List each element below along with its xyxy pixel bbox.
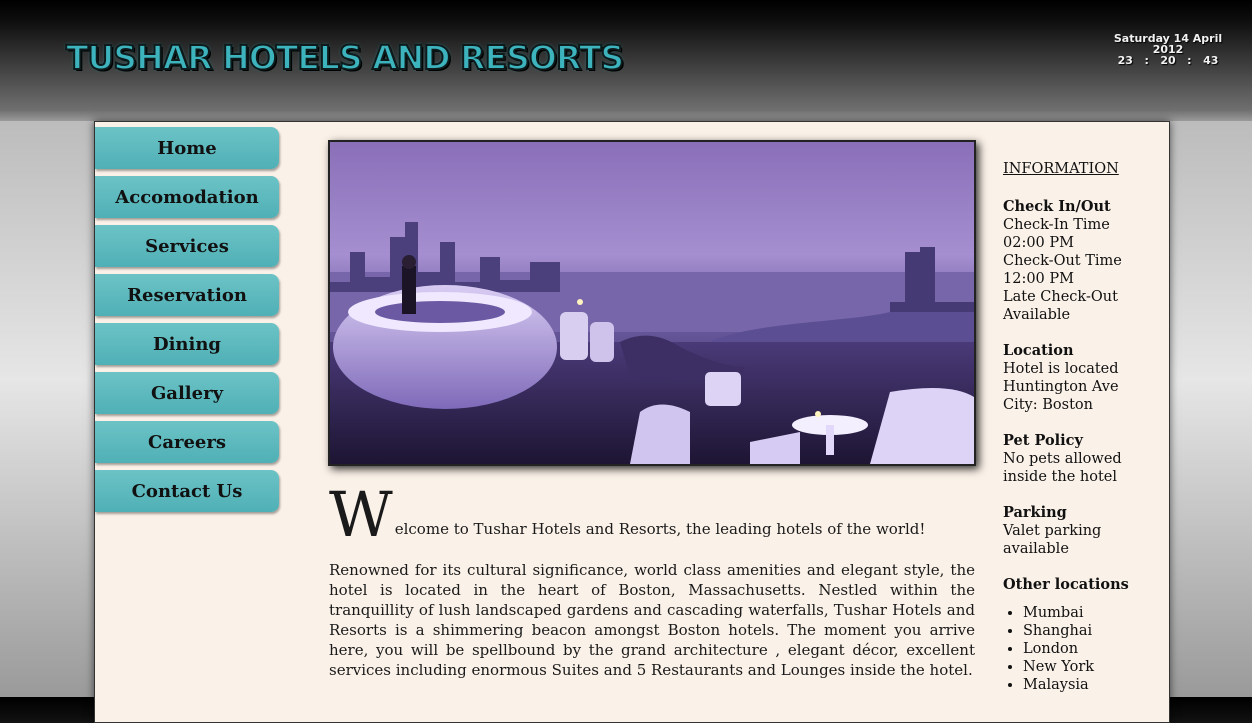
intro-paragraph: Renowned for its cultural significance, …: [329, 561, 975, 679]
info-heading: INFORMATION: [1003, 161, 1119, 177]
nav-item-reservation[interactable]: Reservation: [95, 274, 279, 316]
checkin-line: Late Check-Out: [1003, 289, 1118, 305]
parking-title: Parking: [1003, 504, 1067, 521]
clock-sep-2: :: [1187, 54, 1192, 67]
info-sidebar: INFORMATION Check In/Out Check-In Time 0…: [1003, 160, 1163, 712]
location-line: City: Boston: [1003, 397, 1093, 413]
nav-item-accomodation[interactable]: Accomodation: [95, 176, 279, 218]
nav-item-contact-us[interactable]: Contact Us: [95, 470, 279, 512]
checkin-title: Check In/Out: [1003, 198, 1111, 215]
location-line: Hotel is located: [1003, 361, 1119, 377]
welcome-dropcap: W: [329, 478, 393, 551]
checkin-line: 02:00 PM: [1003, 235, 1074, 251]
list-item: New York: [1023, 658, 1163, 676]
page-container: Home Accomodation Services Reservation D…: [94, 121, 1170, 723]
other-locations-section: Other locations Mumbai Shanghai London N…: [1003, 576, 1163, 694]
nav-item-careers[interactable]: Careers: [95, 421, 279, 463]
checkin-line: Available: [1003, 307, 1071, 323]
clock-minutes: 20: [1160, 54, 1176, 67]
checkin-line: 12:00 PM: [1003, 271, 1074, 287]
checkin-line: Check-In Time: [1003, 217, 1110, 233]
site-logo[interactable]: TUSHAR HOTELS AND RESORTS: [65, 37, 625, 78]
welcome-text: elcome to Tushar Hotels and Resorts, the…: [394, 520, 926, 538]
clock-time: 23 : 20 : 43: [1098, 55, 1238, 66]
pet-policy-text: No pets allowed inside the hotel: [1003, 451, 1122, 485]
location-section: Location Hotel is located Huntington Ave…: [1003, 342, 1163, 414]
parking-section: Parking Valet parking available: [1003, 504, 1163, 558]
other-locations-list: Mumbai Shanghai London New York Malaysia: [1003, 604, 1163, 694]
checkin-line: Check-Out Time: [1003, 253, 1122, 269]
nav-item-home[interactable]: Home: [95, 127, 279, 169]
header: TUSHAR HOTELS AND RESORTS Saturday 14 Ap…: [0, 0, 1252, 121]
checkin-section: Check In/Out Check-In Time 02:00 PM Chec…: [1003, 198, 1163, 324]
rooftop-lounge-illustration: [330, 142, 974, 464]
list-item: Mumbai: [1023, 604, 1163, 622]
hero-image: [328, 140, 976, 466]
clock-hours: 23: [1117, 54, 1133, 67]
pet-policy-section: Pet Policy No pets allowed inside the ho…: [1003, 432, 1163, 486]
clock-date: Saturday 14 April 2012: [1113, 32, 1223, 56]
nav-item-dining[interactable]: Dining: [95, 323, 279, 365]
list-item: Malaysia: [1023, 676, 1163, 694]
clock-widget: Saturday 14 April 2012 23 : 20 : 43: [1098, 33, 1238, 66]
sidebar-nav: Home Accomodation Services Reservation D…: [95, 127, 281, 519]
nav-item-gallery[interactable]: Gallery: [95, 372, 279, 414]
location-title: Location: [1003, 342, 1074, 359]
other-locations-title: Other locations: [1003, 576, 1129, 593]
welcome-heading: W elcome to Tushar Hotels and Resorts, t…: [329, 478, 975, 551]
parking-text: Valet parking available: [1003, 523, 1102, 557]
pet-policy-title: Pet Policy: [1003, 432, 1083, 449]
list-item: London: [1023, 640, 1163, 658]
list-item: Shanghai: [1023, 622, 1163, 640]
clock-seconds: 43: [1203, 54, 1219, 67]
nav-item-services[interactable]: Services: [95, 225, 279, 267]
location-line: Huntington Ave: [1003, 379, 1119, 395]
clock-sep-1: :: [1144, 54, 1149, 67]
